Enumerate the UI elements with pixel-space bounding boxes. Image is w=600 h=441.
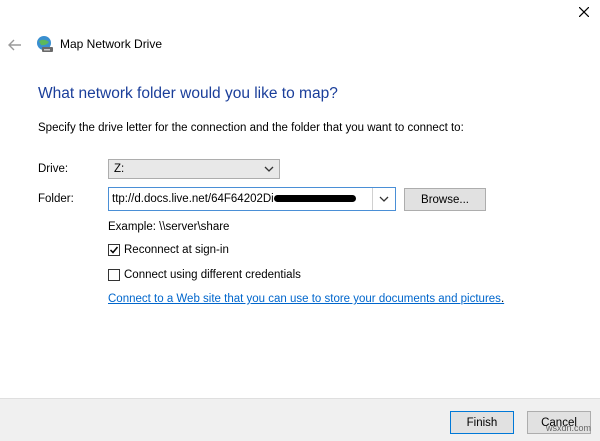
browse-button[interactable]: Browse...: [404, 188, 486, 211]
folder-label: Folder:: [38, 193, 74, 205]
checkmark-icon: [109, 246, 119, 254]
credentials-checkbox[interactable]: [108, 269, 120, 281]
instructions-text: Specify the drive letter for the connect…: [38, 122, 464, 134]
close-icon: [579, 7, 589, 17]
credentials-option[interactable]: Connect using different credentials: [108, 269, 301, 281]
chevron-down-icon: [379, 196, 389, 202]
web-site-link-row: Connect to a Web site that you can use t…: [108, 293, 504, 305]
window-title: Map Network Drive: [60, 37, 163, 51]
drive-select[interactable]: Z:: [108, 159, 280, 179]
folder-combobox[interactable]: [108, 187, 396, 211]
reconnect-option[interactable]: Reconnect at sign-in: [108, 244, 229, 256]
close-button[interactable]: [570, 0, 598, 24]
reconnect-checkbox[interactable]: [108, 244, 120, 256]
link-period: .: [500, 293, 505, 305]
reconnect-label: Reconnect at sign-in: [124, 244, 229, 256]
finish-button[interactable]: Finish: [450, 411, 514, 434]
drive-label: Drive:: [38, 163, 69, 175]
web-site-link[interactable]: Connect to a Web site that you can use t…: [108, 293, 501, 305]
page-heading: What network folder would you like to ma…: [38, 85, 338, 102]
example-text: Example: \\server\share: [108, 221, 230, 233]
chevron-down-icon: [264, 166, 274, 172]
watermark-text: wsxdn.com: [546, 423, 592, 433]
redaction-mark: [274, 195, 356, 202]
credentials-label: Connect using different credentials: [124, 269, 301, 281]
footer-bar: Finish Cancel: [0, 398, 600, 441]
network-drive-icon: [37, 36, 53, 52]
folder-dropdown-button[interactable]: [372, 188, 395, 210]
back-button[interactable]: [6, 36, 24, 54]
drive-select-value: Z:: [114, 163, 125, 175]
back-arrow-icon: [8, 39, 21, 51]
